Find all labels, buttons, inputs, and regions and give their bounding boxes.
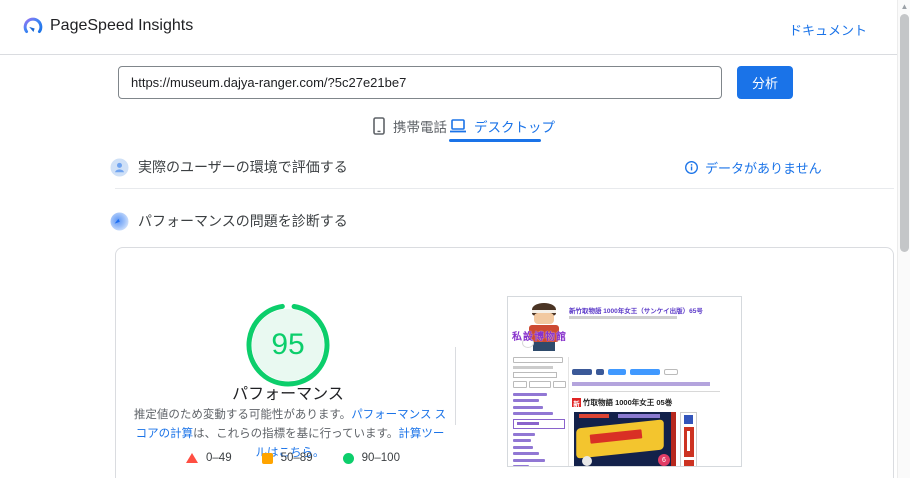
pagespeed-logo-icon (23, 17, 43, 34)
legend-range-average: 50–89 (280, 452, 313, 464)
thumbnail-article-heading: 新 竹取物語 1000年女王 05巻 (572, 397, 672, 408)
pass-circle-icon (342, 452, 354, 464)
thumbnail-sidebar (513, 357, 566, 466)
thumbnail-comic-cover: 6 (574, 412, 676, 466)
app-title: PageSpeed Insights (50, 17, 194, 34)
page-scrollbar[interactable]: ▲ (897, 0, 910, 478)
desktop-icon (450, 119, 466, 133)
field-data-section-header: 実際のユーザーの環境で評価する (110, 157, 348, 177)
performance-score-value: 95 (271, 328, 305, 361)
documentation-link[interactable]: ドキュメント (789, 20, 867, 39)
url-input[interactable] (118, 66, 722, 99)
app-header: PageSpeed Insights ドキュメント (0, 0, 897, 55)
page-screenshot-thumbnail[interactable]: 私設博物館 新竹取物語 1000年女王（サンケイ出版）65号 新 竹取物語 10… (507, 296, 742, 467)
thumbnail-tags-bar (572, 382, 710, 386)
thumbnail-comic-spine (680, 412, 697, 466)
legend-item-fail: 0–49 (186, 452, 232, 464)
info-icon (685, 161, 698, 174)
mobile-phone-icon (373, 117, 385, 135)
tab-selected-underline (449, 139, 541, 142)
legend-range-fail: 0–49 (206, 452, 232, 464)
score-legend: 0–49 50–89 90–100 (128, 452, 458, 464)
section-divider (115, 188, 894, 189)
legend-item-average: 50–89 (261, 452, 313, 464)
thumbnail-post-title: 新竹取物語 1000年女王（サンケイ出版）65号 (569, 308, 703, 315)
scrollbar-thumb[interactable] (900, 14, 909, 252)
fail-triangle-icon (186, 453, 199, 463)
disclaimer-text-1: 推定値のため変動する可能性があります。 (133, 409, 352, 421)
performance-label: パフォーマンス (232, 386, 344, 403)
tab-mobile[interactable]: 携帯電話 (372, 115, 447, 137)
lab-data-gauge-icon (110, 212, 129, 230)
card-vertical-divider (455, 347, 456, 425)
lab-data-section-title: パフォーマンスの問題を診断する (138, 213, 348, 229)
article-heading-text: 竹取物語 1000年女王 05巻 (583, 398, 673, 407)
disclaimer-text-2: は、これらの指標を基に行っています。 (193, 428, 399, 440)
cover-volume-badge: 6 (658, 454, 670, 466)
no-data-link[interactable]: データがありません (684, 158, 822, 177)
thumbnail-subtitle-bar (569, 316, 677, 319)
thumbnail-share-buttons (572, 369, 678, 375)
no-data-label: データがありません (705, 161, 822, 176)
legend-item-pass: 90–100 (342, 452, 400, 464)
thumbnail-site-name: 私設博物館 (512, 332, 567, 343)
analyze-button[interactable]: 分析 (737, 66, 793, 99)
tab-desktop[interactable]: デスクトップ (449, 115, 555, 137)
thumbnail-column-divider (568, 357, 569, 466)
scrollbar-up-arrow-icon[interactable]: ▲ (900, 2, 909, 12)
new-badge: 新 (572, 398, 581, 408)
pagespeed-insights-app: PageSpeed Insights ドキュメント 分析 携帯電話 デスクトップ… (0, 0, 910, 478)
legend-range-pass: 90–100 (361, 452, 400, 464)
field-data-user-icon (110, 158, 129, 176)
thumbnail-rule (572, 391, 720, 392)
performance-score-gauge[interactable]: 95 (244, 301, 332, 389)
average-square-icon (261, 452, 273, 464)
lab-data-section-header: パフォーマンスの問題を診断する (110, 211, 348, 231)
tab-desktop-label: デスクトップ (474, 120, 555, 135)
tab-mobile-label: 携帯電話 (393, 120, 447, 135)
field-data-section-title: 実際のユーザーの環境で評価する (138, 159, 348, 175)
